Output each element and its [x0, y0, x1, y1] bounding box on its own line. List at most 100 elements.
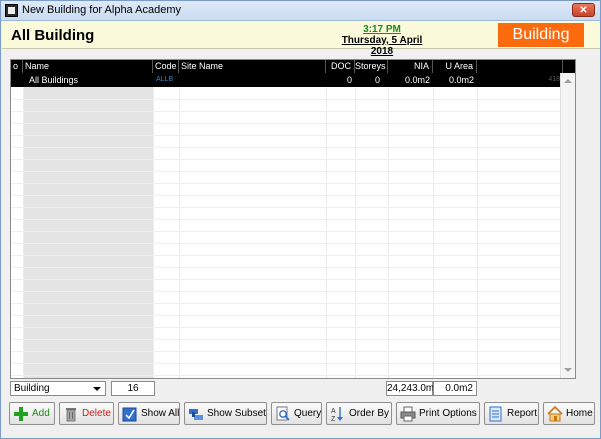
table-row[interactable]: All Buildings ALLB 0 0 0.0m2 0.0m2 418: [11, 73, 575, 87]
grid-column-line: [179, 87, 180, 378]
grid-column-line: [477, 87, 478, 378]
grid-row-line: [11, 207, 575, 208]
table-header: o Name Code Site Name DOC Storeys NIA U …: [11, 60, 575, 73]
grid-column-line: [23, 87, 24, 378]
grid-column-line: [433, 87, 434, 378]
document-icon: [488, 406, 504, 422]
chevron-down-icon[interactable]: [93, 387, 101, 391]
column-header-extra: [477, 60, 563, 73]
grid-row-line: [11, 219, 575, 220]
column-header-o[interactable]: o: [11, 60, 23, 73]
total-nia: 24,243.0m: [386, 381, 435, 396]
column-header-code[interactable]: Code: [153, 60, 179, 73]
grid-row-line: [11, 255, 575, 256]
grid-row-line: [11, 195, 575, 196]
app-window: New Building for Alpha Academy ✕ All Bui…: [0, 0, 601, 439]
grid-row-line: [11, 111, 575, 112]
column-header-nia[interactable]: NIA: [388, 60, 433, 73]
window-title: New Building for Alpha Academy: [22, 4, 181, 16]
grid-row-line: [11, 315, 575, 316]
grid-row-line: [11, 339, 575, 340]
clock: 3:17 PM Thursday, 5 April 2018: [332, 24, 432, 57]
trash-icon: [63, 406, 79, 422]
add-label: Add: [32, 408, 50, 419]
grid-row-line: [11, 171, 575, 172]
grid-row-line: [11, 363, 575, 364]
cell-storeys: 0: [374, 75, 380, 85]
grid-row-line: [11, 243, 575, 244]
grid-row-line: [11, 303, 575, 304]
print-options-button[interactable]: Print Options: [396, 402, 480, 425]
filter-select-value: Building: [14, 383, 50, 394]
sort-az-icon: AZ: [330, 406, 346, 422]
delete-button[interactable]: Delete: [59, 402, 114, 425]
filter-select[interactable]: Building: [10, 381, 106, 396]
grid-row-line: [11, 123, 575, 124]
column-header-site-name[interactable]: Site Name: [179, 60, 326, 73]
building-table: o Name Code Site Name DOC Storeys NIA U …: [10, 59, 576, 379]
cell-u-area: 0.0m2: [448, 75, 474, 85]
grid-row-line: [11, 99, 575, 100]
close-button[interactable]: ✕: [572, 3, 595, 17]
add-button[interactable]: Add: [9, 402, 55, 425]
grid-row-line: [11, 327, 575, 328]
name-column-shade: [23, 87, 153, 378]
show-subset-button[interactable]: Show Subset: [184, 402, 267, 425]
vertical-scrollbar[interactable]: [560, 73, 575, 378]
column-header-storeys[interactable]: Storeys: [355, 60, 388, 73]
show-all-label: Show All: [141, 408, 180, 419]
cell-code: ALLB: [156, 76, 174, 83]
clock-time[interactable]: 3:17 PM: [332, 24, 432, 35]
column-header-doc[interactable]: DOC: [326, 60, 355, 73]
printer-icon: [400, 406, 416, 422]
report-label: Report: [507, 408, 538, 419]
cell-site-name: [179, 73, 326, 87]
grid-row-line: [11, 291, 575, 292]
order-by-label: Order By: [349, 408, 390, 419]
cell-name: All Buildings: [29, 75, 79, 85]
grid-row-line: [11, 351, 575, 352]
svg-text:Z: Z: [331, 416, 336, 422]
grid-column-line: [388, 87, 389, 378]
show-all-button[interactable]: Show All: [118, 402, 180, 425]
grid-column-line: [326, 87, 327, 378]
clock-date[interactable]: Thursday, 5 April 2018: [332, 35, 432, 57]
subset-icon: [188, 406, 204, 422]
home-label: Home: [566, 408, 593, 419]
home-button[interactable]: Home: [543, 402, 595, 425]
total-u-area: 0.0m2: [433, 381, 477, 396]
column-header-u-area[interactable]: U Area: [433, 60, 477, 73]
grid-row-line: [11, 183, 575, 184]
svg-text:A: A: [331, 408, 336, 415]
page-title: All Building: [11, 27, 95, 44]
module-badge: Building: [498, 23, 584, 47]
grid-row-line: [11, 135, 575, 136]
scroll-down-arrow-icon[interactable]: [564, 368, 572, 372]
building-app-icon: [5, 4, 18, 17]
grid-row-line: [11, 231, 575, 232]
house-icon: [547, 405, 563, 422]
query-label: Query: [294, 408, 322, 419]
column-header-name[interactable]: Name: [23, 60, 153, 73]
magnifier-document-icon: [275, 406, 291, 422]
grid-row-line: [11, 147, 575, 148]
table-body: [11, 87, 575, 378]
scroll-up-arrow-icon[interactable]: [564, 79, 572, 83]
grid-column-line: [355, 87, 356, 378]
grid-column-line: [153, 87, 154, 378]
cell-doc: 0: [346, 75, 352, 85]
record-count: 16: [111, 381, 155, 396]
cell-o: [11, 73, 23, 87]
grid-row-line: [11, 375, 575, 376]
query-button[interactable]: Query: [271, 402, 322, 425]
grid-row-line: [11, 267, 575, 268]
show-subset-label: Show Subset: [207, 408, 266, 419]
cell-nia: 0.0m2: [404, 75, 430, 85]
plus-icon: [13, 406, 29, 422]
grid-row-line: [11, 279, 575, 280]
order-by-button[interactable]: AZ Order By: [326, 402, 392, 425]
report-button[interactable]: Report: [484, 402, 539, 425]
title-bar: New Building for Alpha Academy ✕: [1, 1, 600, 21]
checkbox-icon: [122, 406, 138, 422]
grid-row-line: [11, 159, 575, 160]
